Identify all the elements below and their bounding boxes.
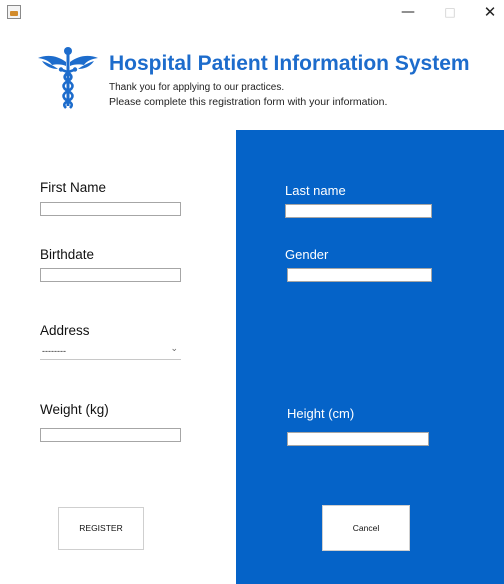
height-label: Height (cm) xyxy=(287,406,355,421)
subtitle-text: Thank you for applying to our practices. xyxy=(109,82,285,93)
register-button[interactable]: REGISTER xyxy=(58,507,144,550)
java-app-icon xyxy=(7,5,21,19)
caduceus-icon xyxy=(38,47,98,109)
last-name-field[interactable] xyxy=(285,204,432,218)
instruction-text: Please complete this registration form w… xyxy=(109,96,388,108)
close-button[interactable]: ✕ xyxy=(468,0,504,27)
app-title: Hospital Patient Information System xyxy=(109,52,470,75)
last-name-label: Last name xyxy=(285,183,346,198)
address-dropdown[interactable]: -------- ⌄ xyxy=(40,344,181,360)
first-name-field[interactable] xyxy=(40,202,181,216)
birthdate-field[interactable] xyxy=(40,268,181,282)
first-name-label: First Name xyxy=(40,180,107,195)
weight-field[interactable] xyxy=(40,428,181,442)
height-field[interactable] xyxy=(287,432,429,446)
title-bar: — □ ✕ xyxy=(0,0,504,27)
cancel-button[interactable]: Cancel xyxy=(322,505,410,551)
maximize-button[interactable]: □ xyxy=(428,0,472,27)
weight-label: Weight (kg) xyxy=(40,402,109,417)
birthdate-label: Birthdate xyxy=(40,247,95,262)
gender-field[interactable] xyxy=(287,268,432,282)
minimize-button[interactable]: — xyxy=(386,0,430,27)
address-selected-value: -------- xyxy=(42,346,66,356)
address-label: Address xyxy=(40,323,90,338)
chevron-down-icon: ⌄ xyxy=(170,344,178,354)
gender-label: Gender xyxy=(285,247,329,262)
